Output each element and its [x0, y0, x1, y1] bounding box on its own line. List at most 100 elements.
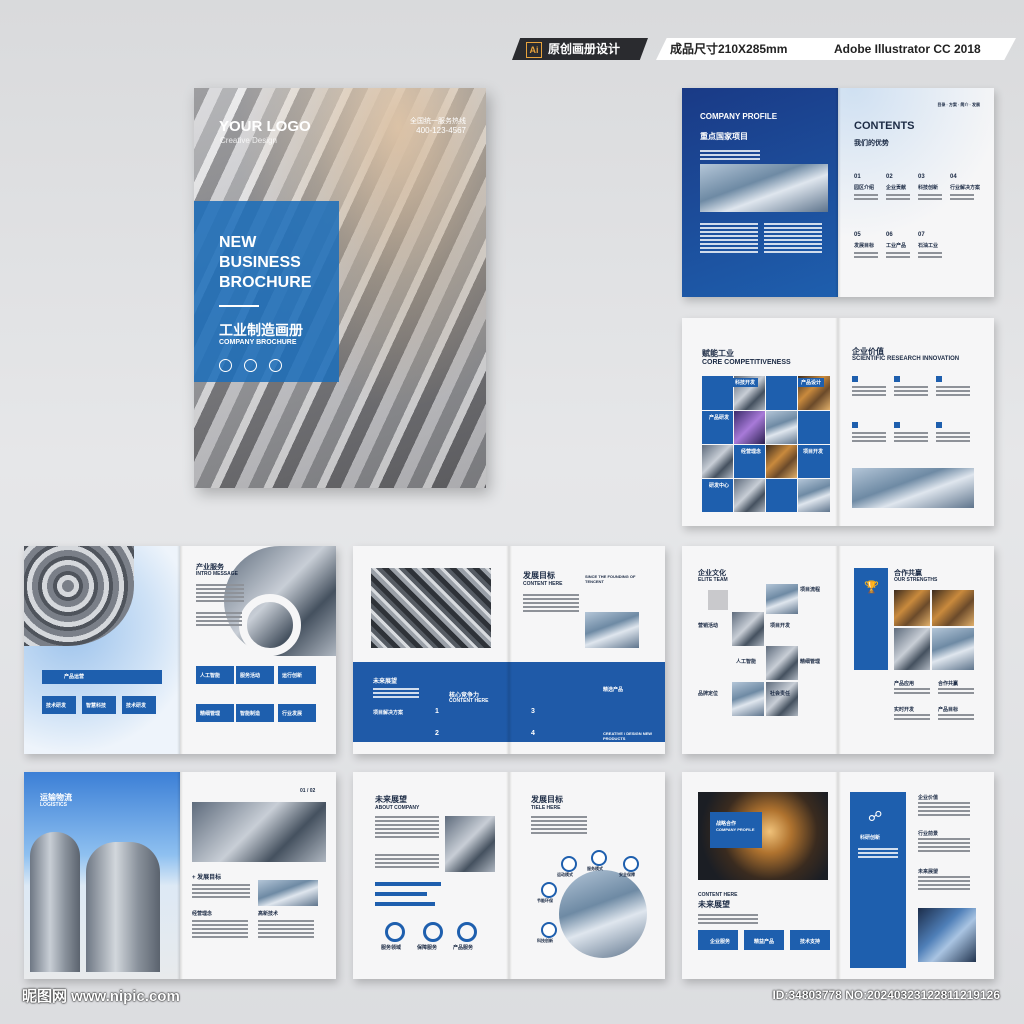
contents-text [918, 194, 942, 202]
service-area-icon [385, 922, 405, 942]
circle-item-label: 安全保障 [619, 872, 635, 877]
team-item-5: 精细管理 [800, 659, 821, 665]
service-box-label: 精细管理 [200, 711, 221, 717]
goals-title-cn: 发展目标 [523, 571, 555, 580]
about-icon-label-1: 服务领域 [381, 945, 402, 951]
illustrator-icon: Ai [526, 41, 542, 58]
value-title-en: SCIENTIFIC RESEARCH INNOVATION [852, 356, 960, 362]
contents-label: 企业贡献 [886, 185, 907, 191]
strength-text-1 [894, 688, 930, 696]
service-box-label: 智能制造 [240, 711, 261, 717]
band-sub: 项目解决方案 [373, 710, 404, 716]
cover-title-cn: 工业制造画册 [219, 322, 303, 338]
factory-photo [700, 164, 828, 212]
value-text [936, 432, 970, 444]
future-text [698, 914, 758, 926]
contents-number: 03 [918, 174, 925, 180]
circle-item-icon [541, 882, 557, 898]
strength-photo-4 [932, 628, 974, 670]
band-num-4: 4 [531, 730, 535, 737]
profile-text [700, 150, 760, 162]
team-item-7: 社会责任 [770, 691, 791, 697]
team-grey-square [708, 590, 728, 610]
goals-text [523, 594, 579, 614]
cover-title: NEW BUSINESS BROCHURE [219, 234, 312, 291]
service-box-label: 人工智能 [200, 673, 221, 679]
research-text [858, 848, 898, 860]
contents-text [918, 252, 942, 260]
service-box-label: 服务活动 [240, 673, 261, 679]
spread-industry-service: 产业服务 INTRO MESSAGE 产品运营 人工智能 服务活动 运行创新 精细管理… [24, 546, 336, 754]
core-title-cn: 赋能工业 [702, 349, 734, 358]
logistics-item-2: 高新技术 [258, 911, 279, 917]
tag-original-design: Ai 原创画册设计 [512, 38, 648, 60]
circle-item-icon [623, 856, 639, 872]
cover-title-en: COMPANY BROCHURE [219, 339, 297, 346]
strength-photo-3 [894, 628, 930, 670]
production-line-photo [852, 468, 974, 508]
contents-label: 园区介绍 [854, 185, 875, 191]
logistics-item-1: 经营理念 [192, 911, 213, 917]
guarantee-icon [423, 922, 443, 942]
contents-number: 06 [886, 232, 893, 238]
cooperation-en: COMPANY PROFILE [716, 827, 755, 832]
band-num-1: 1 [435, 708, 439, 715]
team-item-6: 品牌定位 [698, 691, 719, 697]
band-text [373, 688, 419, 700]
strengths-en: OUR STRENGTHS [894, 577, 938, 583]
team-item-4: 人工智能 [736, 659, 757, 665]
about-text-2 [375, 854, 439, 870]
core-chip-6: 研发中心 [706, 481, 733, 490]
contents-sub: 我们的优势 [854, 140, 889, 147]
logistics-goal: + 发展目标 [192, 875, 222, 881]
cover-logo-sub: Creative Design [220, 136, 277, 145]
circle-item-label: 科技创新 [537, 938, 553, 943]
value-bullet [936, 376, 942, 382]
tech-photo [585, 612, 639, 648]
value-bullet [852, 376, 858, 382]
bottom-item-1: 企业服务 [710, 939, 731, 945]
research-icon: ☍ [868, 808, 883, 824]
contents-top-small: 目录 · 方案 · 简介 · 发展 [937, 102, 980, 107]
tank-2 [86, 842, 160, 972]
about-title-en: ABOUT COMPANY [375, 805, 420, 811]
logistics-text-2 [192, 920, 248, 940]
tile-11 [766, 445, 797, 478]
right-item-2: 行业前景 [918, 831, 939, 837]
value-text [936, 386, 970, 398]
right-item-1: 企业价值 [918, 795, 939, 801]
strength-item-3: 实时开发 [894, 707, 915, 713]
bottom-item-2: 精益产品 [754, 939, 775, 945]
circle-item-label: 服务模式 [587, 866, 603, 871]
goals-blue-band [353, 662, 665, 742]
about-bar-3 [375, 902, 435, 906]
tile-3 [766, 376, 797, 410]
tank-1 [30, 832, 80, 972]
service-text [196, 584, 244, 604]
core-chip-1: 科技开发 [732, 378, 759, 387]
about-bar-2 [375, 892, 427, 896]
profile-text-3 [764, 223, 822, 255]
value-bullet [894, 422, 900, 428]
profile-sub: 重点国家项目 [700, 132, 748, 141]
contents-text [950, 194, 974, 202]
contents-number: 07 [918, 232, 925, 238]
band-num-3: 3 [531, 708, 535, 715]
phone-icon [244, 359, 257, 372]
value-text [852, 432, 886, 444]
contents-number: 04 [950, 174, 957, 180]
value-bullet [936, 422, 942, 428]
strength-text-4 [938, 714, 974, 722]
strength-text-3 [894, 714, 930, 722]
trophy-icon: 🏆 [864, 580, 879, 594]
contents-label: 行业解决方案 [950, 185, 981, 191]
core-mosaic [702, 376, 830, 512]
tile-9 [702, 445, 733, 478]
contents-text [854, 194, 878, 202]
pipes-ring [239, 594, 301, 656]
about-bar-1 [375, 882, 441, 886]
circle-item-label: 节能环保 [537, 898, 553, 903]
contents-label: 石油工业 [918, 243, 939, 249]
about-photo [445, 816, 495, 872]
profile-title: COMPANY PROFILE [700, 112, 778, 121]
